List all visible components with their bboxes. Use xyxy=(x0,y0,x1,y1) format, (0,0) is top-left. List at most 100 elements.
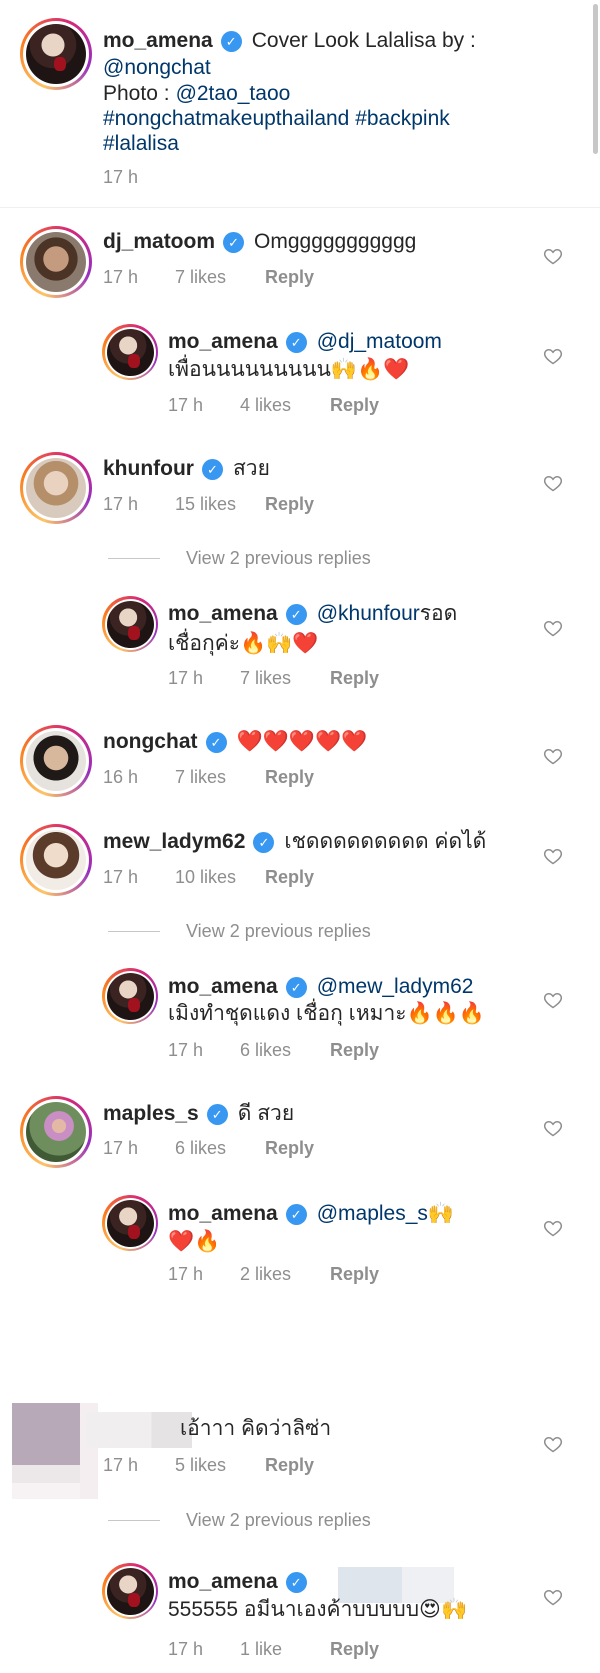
reply-mention[interactable]: @dj_matoom xyxy=(317,328,442,356)
reply-avatar[interactable] xyxy=(102,1563,158,1619)
comment-avatar[interactable] xyxy=(20,226,92,298)
comment-username[interactable]: khunfour xyxy=(103,455,194,483)
scrollbar[interactable] xyxy=(593,4,598,154)
reply-meta: 17 h 7 likes Reply xyxy=(168,667,379,689)
reply-avatar[interactable] xyxy=(102,324,158,380)
reply-button[interactable]: Reply xyxy=(330,1039,379,1061)
reply-button[interactable]: Reply xyxy=(265,493,314,515)
reply-username[interactable]: mo_amena xyxy=(168,1200,278,1228)
heart-icon[interactable] xyxy=(542,1587,564,1609)
reply-likes[interactable]: 2 likes xyxy=(240,1263,330,1285)
comment-likes[interactable]: 7 likes xyxy=(175,266,265,288)
reply-button[interactable]: Reply xyxy=(330,1263,379,1285)
reply-avatar[interactable] xyxy=(102,596,158,652)
view-previous-replies[interactable]: View 2 previous replies xyxy=(108,1510,371,1531)
reply-text: เมิงทำชุดแดง เชื่อกุ เหมาะ🔥🔥🔥 xyxy=(168,1002,486,1025)
reply-button[interactable]: Reply xyxy=(330,1638,379,1660)
caption-mention-photographer[interactable]: @2tao_taoo xyxy=(176,80,291,108)
view-previous-label[interactable]: View 2 previous replies xyxy=(186,921,371,942)
comment-text: ดี สวย xyxy=(237,1102,295,1125)
heart-icon[interactable] xyxy=(542,473,564,495)
reply-avatar[interactable] xyxy=(102,1195,158,1251)
heart-icon[interactable] xyxy=(542,346,564,368)
reply-username[interactable]: mo_amena xyxy=(168,1568,278,1596)
reply-row: mo_amena ✓ @khunfour รอด xyxy=(168,600,457,628)
caption-row-3: Photo : @2tao_taoo xyxy=(103,80,290,108)
reply-likes[interactable]: 7 likes xyxy=(240,667,330,689)
caption-line-1: Cover Look Lalalisa by : xyxy=(251,29,476,52)
comment-avatar[interactable] xyxy=(20,824,92,896)
comment-avatar[interactable] xyxy=(20,725,92,797)
caption-hashtags[interactable]: #nongchatmakeupthailand #backpink xyxy=(103,105,450,133)
caption-mention-nongchat[interactable]: @nongchat xyxy=(103,54,211,82)
divider xyxy=(0,207,600,208)
reply-likes[interactable]: 1 like xyxy=(240,1638,330,1660)
reply-text: 555555 อมีนาเองค้าบบบบบ😍🙌 xyxy=(168,1598,468,1621)
caption-photo-label: Photo : xyxy=(103,82,170,105)
comment-time: 17 h xyxy=(103,1138,139,1158)
reply-text-row: เพื่อนนนนนนนนน🙌🔥❤️ xyxy=(168,356,409,384)
avatar-photo xyxy=(106,1199,154,1247)
heart-icon[interactable] xyxy=(542,1218,564,1240)
reply-mention[interactable]: @khunfour xyxy=(317,600,420,628)
reply-mention[interactable]: @maples_s xyxy=(317,1200,428,1228)
reply-time: 17 h xyxy=(168,1639,204,1659)
comment-text: สวย xyxy=(232,457,270,480)
avatar-photo xyxy=(26,830,86,890)
reply-username[interactable]: mo_amena xyxy=(168,328,278,356)
caption-username[interactable]: mo_amena xyxy=(103,27,213,55)
heart-icon[interactable] xyxy=(542,246,564,268)
caption-hashtag-lalalisa[interactable]: #lalalisa xyxy=(103,130,179,158)
reply-likes[interactable]: 4 likes xyxy=(240,394,330,416)
heart-icon[interactable] xyxy=(542,846,564,868)
reply-avatar[interactable] xyxy=(102,968,158,1024)
view-previous-replies[interactable]: View 2 previous replies xyxy=(108,921,371,942)
heart-icon[interactable] xyxy=(542,1434,564,1456)
reply-button[interactable]: Reply xyxy=(330,667,379,689)
comment-username[interactable]: mew_ladym62 xyxy=(103,828,245,856)
comment-username[interactable]: maples_s xyxy=(103,1100,199,1128)
verified-badge-icon: ✓ xyxy=(220,30,242,52)
verified-badge-icon: ✓ xyxy=(285,331,307,353)
comment-likes[interactable]: 10 likes xyxy=(175,866,265,888)
reply-button[interactable]: Reply xyxy=(265,766,314,788)
comment-username[interactable]: nongchat xyxy=(103,728,198,756)
reply-username[interactable]: mo_amena xyxy=(168,973,278,1001)
heart-icon[interactable] xyxy=(542,990,564,1012)
view-previous-label[interactable]: View 2 previous replies xyxy=(186,1510,371,1531)
reply-button[interactable]: Reply xyxy=(265,866,314,888)
comment-time: 17 h xyxy=(103,867,139,887)
comment-likes[interactable]: 5 likes xyxy=(175,1454,265,1476)
reply-text: รอด xyxy=(419,602,458,625)
comment-likes[interactable]: 7 likes xyxy=(175,766,265,788)
reply-text-row: เชื่อกุค่ะ🔥🙌❤️ xyxy=(168,630,319,658)
heart-icon[interactable] xyxy=(542,1118,564,1140)
reply-text-row: เมิงทำชุดแดง เชื่อกุ เหมาะ🔥🔥🔥 xyxy=(168,1000,485,1028)
reply-button[interactable]: Reply xyxy=(265,1137,314,1159)
verified-badge-icon: ✓ xyxy=(285,976,307,998)
heart-icon[interactable] xyxy=(542,618,564,640)
reply-button[interactable]: Reply xyxy=(330,394,379,416)
avatar-photo xyxy=(26,232,86,292)
comment-avatar[interactable] xyxy=(20,452,92,524)
reply-button[interactable]: Reply xyxy=(265,1454,314,1476)
reply-text-row: 555555 อมีนาเองค้าบบบบบ😍🙌 xyxy=(168,1596,467,1624)
comment-time: 17 h xyxy=(103,1455,139,1475)
view-previous-label[interactable]: View 2 previous replies xyxy=(186,548,371,569)
comment-username[interactable]: dj_matoom xyxy=(103,228,215,256)
view-previous-replies[interactable]: View 2 previous replies xyxy=(108,548,371,569)
comment-likes[interactable]: 15 likes xyxy=(175,493,265,515)
reply-mention[interactable]: @mew_ladym62 xyxy=(317,973,474,1001)
comment-likes[interactable]: 6 likes xyxy=(175,1137,265,1159)
avatar-photo xyxy=(26,24,86,84)
heart-icon[interactable] xyxy=(542,746,564,768)
reply-text: 🙌 xyxy=(427,1202,455,1225)
reply-meta: 17 h 1 like Reply xyxy=(168,1638,379,1660)
avatar-photo xyxy=(106,1567,154,1615)
comment-avatar[interactable] xyxy=(20,1096,92,1168)
verified-badge-icon: ✓ xyxy=(285,1203,307,1225)
caption-avatar[interactable] xyxy=(20,18,92,90)
reply-likes[interactable]: 6 likes xyxy=(240,1039,330,1061)
reply-username[interactable]: mo_amena xyxy=(168,600,278,628)
reply-button[interactable]: Reply xyxy=(265,266,314,288)
